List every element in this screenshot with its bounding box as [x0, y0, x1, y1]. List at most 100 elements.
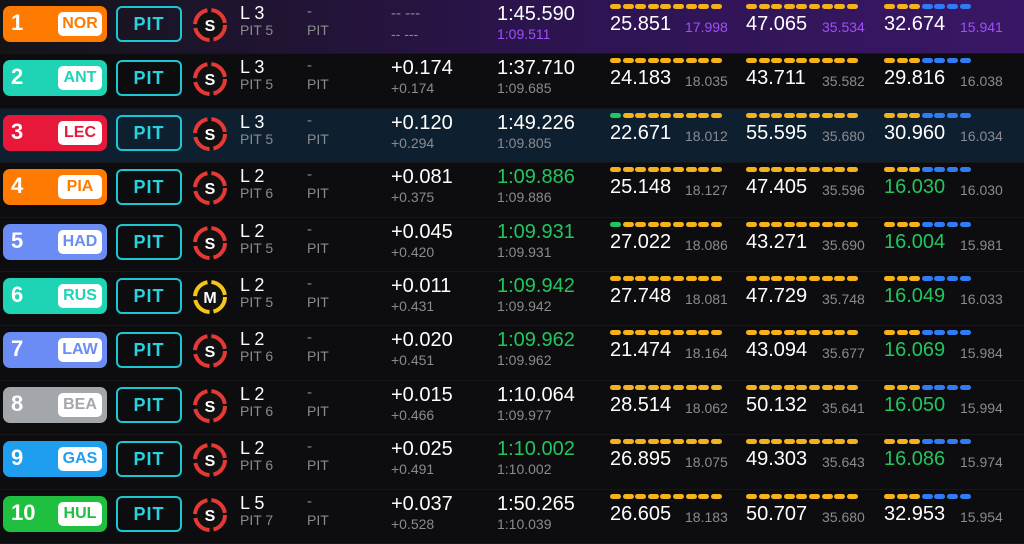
mini-sector-bars: [884, 384, 1014, 391]
mini-sector: [796, 384, 808, 390]
driver-row[interactable]: 8 BEA PIT S L 2 PIT 6- PIT +0.015 +0.466 1:10.064…: [0, 380, 1024, 436]
driver-row[interactable]: 3 LEC PIT S L 3 PIT 5- PIT +0.120 +0.294 1:49.226…: [0, 108, 1024, 164]
pit-status-dash: -: [307, 492, 312, 510]
sector-time: 16.030: [884, 176, 946, 199]
soft-tyre-icon: S: [193, 225, 227, 260]
mini-sector: [896, 330, 908, 336]
sector-best: 17.998: [685, 19, 728, 35]
mini-sector: [959, 58, 971, 64]
mini-sector: [635, 493, 647, 499]
gap-to-leader: -- ---: [391, 26, 419, 42]
mini-sector: [921, 221, 933, 227]
driver-row[interactable]: 9 GAS PIT S L 2 PIT 6- PIT +0.025 +0.491 1:10.002…: [0, 435, 1024, 490]
mini-sector-bars: [746, 221, 876, 228]
driver-row[interactable]: 6 RUS PIT M L 2 PIT 5 - PIT +0.011 +0.431 1:09.942…: [0, 272, 1024, 327]
sector-time: 16.069: [884, 339, 946, 362]
mini-sector: [635, 384, 647, 390]
sector-3: 16.049 16.033: [884, 276, 1014, 320]
mini-sector: [685, 330, 697, 336]
mini-sector-bars: [746, 112, 876, 119]
mini-sector: [934, 167, 946, 173]
sector-time: 16.086: [884, 448, 946, 471]
mini-sector: [796, 493, 808, 499]
tyre-compound-letter: S: [205, 236, 216, 253]
mini-sector: [959, 330, 971, 336]
pit-button[interactable]: PIT: [116, 60, 182, 97]
sector-3: 30.960 16.034: [884, 112, 1014, 157]
pit-button[interactable]: PIT: [116, 114, 182, 151]
mini-sector: [821, 58, 833, 64]
interval: +0.037: [391, 492, 453, 515]
mini-sector: [846, 167, 858, 173]
pit-button[interactable]: PIT: [116, 495, 182, 532]
mini-sector: [635, 276, 647, 281]
soft-tyre-icon: S: [193, 388, 227, 423]
gap-to-leader: +0.431: [391, 298, 435, 314]
driver-code: RUS: [58, 284, 102, 308]
sector-best: 35.748: [822, 291, 865, 307]
position-number: 4: [11, 173, 24, 199]
mini-sector-bars: [746, 4, 876, 10]
mini-sector: [610, 221, 621, 227]
position-badge: 4 PIA: [3, 169, 107, 206]
mini-sector: [783, 493, 795, 499]
mini-sector-bars: [884, 276, 1014, 282]
mini-sector: [921, 276, 933, 281]
mini-sector: [921, 167, 933, 173]
pit-count: PIT 5: [240, 22, 274, 38]
sector-best: 18.164: [685, 345, 728, 362]
pit-button[interactable]: PIT: [116, 386, 182, 423]
driver-row[interactable]: 10 HUL PIT S L 5 PIT 7- PIT +0.037 +0.528 1:50.26…: [0, 489, 1024, 544]
driver-code: GAS: [58, 447, 102, 472]
mini-sector: [884, 4, 895, 9]
mini-sector: [809, 167, 820, 173]
mini-sector: [685, 276, 697, 281]
position-badge: 2 ANT: [3, 60, 107, 97]
driver-row[interactable]: 2 ANT PIT S L 3 PIT 5- PIT +0.174 +0.174 1:37.710…: [0, 54, 1024, 109]
interval: +0.020: [391, 329, 453, 352]
mini-sector: [809, 439, 820, 445]
mini-sector: [622, 112, 634, 118]
mini-sector: [758, 384, 770, 390]
mini-sector-bars: [610, 221, 740, 228]
mini-sector: [909, 112, 921, 118]
pit-button[interactable]: PIT: [116, 6, 182, 42]
mini-sector: [821, 167, 833, 173]
driver-row[interactable]: 5 HAD PIT S L 2 PIT 5- PIT +0.045 +0.420 1:09.931…: [0, 217, 1024, 272]
tyre-compound-letter: S: [205, 181, 216, 198]
mini-sector: [647, 493, 659, 499]
mini-sector: [771, 276, 783, 281]
lap-count: L 5: [240, 492, 265, 513]
sector-2: 49.303 35.643: [746, 439, 876, 483]
mini-sector: [934, 384, 946, 390]
mini-sector: [635, 221, 647, 227]
driver-row[interactable]: 7 LAW PIT S L 2 PIT 6- PIT +0.020 +0.451 1:09.962…: [0, 326, 1024, 381]
pit-button[interactable]: PIT: [116, 169, 182, 206]
mini-sector: [796, 330, 808, 336]
driver-row[interactable]: 1 NOR PIT S L 3 PIT 5 - PIT -- --- -- --- 1:45.590…: [0, 0, 1024, 55]
driver-row[interactable]: 4 PIA PIT S L 2 PIT 6- PIT +0.081 +0.375 1:09.886…: [0, 163, 1024, 218]
mini-sector: [909, 330, 921, 336]
mini-sector: [846, 493, 858, 499]
lap-count: L 2: [240, 383, 265, 404]
mini-sector: [746, 58, 757, 64]
pit-status-dash: -: [307, 438, 312, 456]
mini-sector: [783, 58, 795, 64]
mini-sector: [896, 4, 908, 9]
mini-sector: [846, 4, 858, 9]
mini-sector-bars: [610, 167, 740, 173]
mini-sector: [610, 493, 621, 499]
pit-button[interactable]: PIT: [116, 441, 182, 478]
mini-sector: [758, 276, 770, 281]
pit-button[interactable]: PIT: [116, 332, 182, 369]
sector-3: 29.816 16.038: [884, 58, 1014, 102]
best-lap-time: 1:09.931: [497, 243, 552, 260]
sector-time: 47.405: [746, 176, 808, 199]
pit-button[interactable]: PIT: [116, 223, 182, 260]
last-lap-time: 1:45.590: [497, 3, 575, 25]
mini-sector: [909, 384, 921, 390]
mini-sector: [783, 384, 795, 390]
timing-board: 1 NOR PIT S L 3 PIT 5- PIT -- --- -- --- 1:45.590…: [0, 0, 1024, 544]
pit-button[interactable]: PIT: [116, 278, 182, 314]
mini-sector: [783, 276, 795, 281]
